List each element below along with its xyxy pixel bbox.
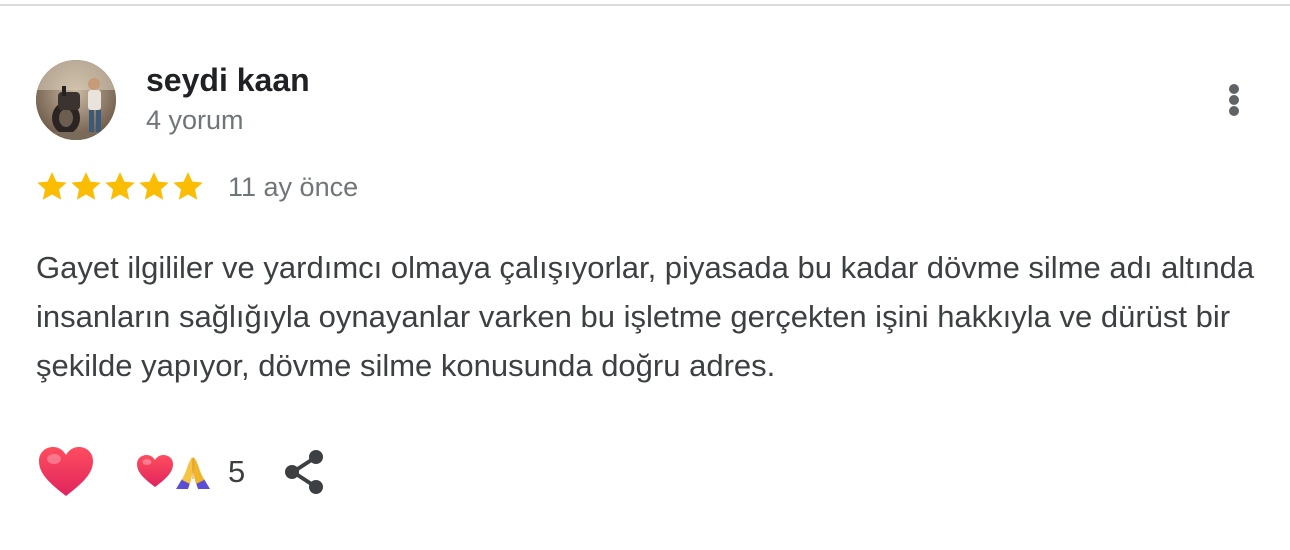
star-icon	[139, 172, 169, 200]
share-button[interactable]	[282, 448, 328, 496]
share-icon	[285, 450, 323, 494]
star-rating	[35, 170, 205, 206]
author-avatar[interactable]	[36, 60, 116, 140]
review-text: Gayet ilgililer ve yardımcı olmaya çalış…	[36, 250, 1255, 383]
author-name[interactable]: seydi kaan	[146, 62, 310, 99]
review-card: seydi kaan 4 yorum 11 ay önce Gayet ilgi…	[0, 0, 1290, 544]
heart-icon	[137, 455, 173, 487]
reaction-count: 5	[228, 454, 246, 489]
folded-hands-icon	[176, 457, 210, 489]
author-review-count: 4 yorum	[146, 105, 244, 135]
review-time: 11 ay önce	[228, 172, 359, 202]
like-button[interactable]	[38, 446, 94, 498]
star-icon	[173, 172, 203, 200]
star-icon	[37, 172, 67, 200]
reactions-summary[interactable]: 5	[136, 448, 245, 496]
heart-icon	[39, 447, 93, 496]
star-icon	[105, 172, 135, 200]
avatar-photo	[36, 60, 116, 140]
star-icon	[71, 172, 101, 200]
more-options-button[interactable]	[1212, 78, 1256, 122]
